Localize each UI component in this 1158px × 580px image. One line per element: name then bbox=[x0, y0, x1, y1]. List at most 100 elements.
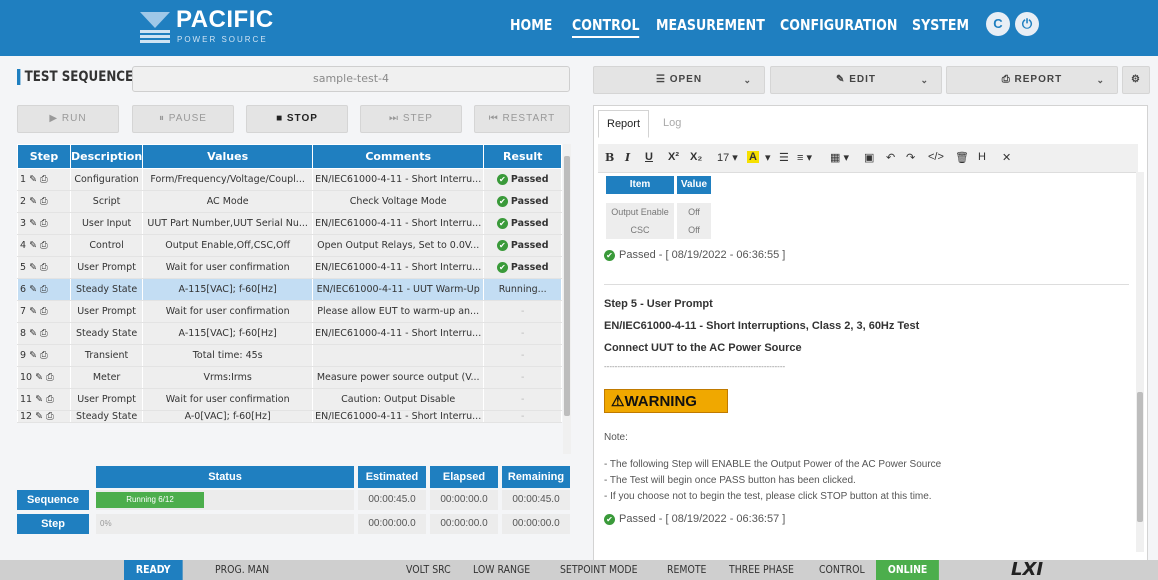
refresh-icon[interactable]: C bbox=[986, 12, 1010, 36]
redo-icon[interactable]: ↷ bbox=[906, 151, 915, 164]
result-cell: - bbox=[483, 366, 563, 389]
restart-button[interactable]: ⏮ RESTART bbox=[474, 105, 570, 133]
table-row[interactable]: 9 ✎ ⎙ Transient Total time: 45s - bbox=[17, 344, 563, 367]
step-cell-text: 10 ✎ ⎙ bbox=[20, 372, 54, 383]
step-cell: 6 ✎ ⎙ bbox=[17, 278, 71, 301]
image-insert-button[interactable]: ▣ bbox=[864, 151, 874, 164]
result-cell: - bbox=[483, 300, 563, 323]
trash-icon[interactable]: 🗑 bbox=[955, 151, 969, 164]
result-cell-text: - bbox=[521, 394, 525, 405]
description-cell-text: Script bbox=[92, 196, 121, 207]
table-row[interactable]: 4 ✎ ⎙ Control Output Enable,Off,CSC,Off Ope… bbox=[17, 234, 563, 257]
editor-toolbar: B I U X² X₂ 17 ▾ A ▾ ☰ ≡ ▾ ▦ ▾ ▣ ↶ ↷ </>… bbox=[598, 144, 1138, 173]
values-cell: A-0[VAC]; f-60[Hz] bbox=[142, 410, 314, 423]
comments-cell: EN/IEC61000-4-11 - Short Interru... bbox=[312, 256, 485, 279]
comments-cell: Open Output Relays, Set to 0.0V... bbox=[312, 234, 485, 257]
comments-cell: Please allow EUT to warm-up an... bbox=[312, 300, 485, 323]
font-size-select[interactable]: 17 ▾ bbox=[717, 151, 738, 164]
scrollbar-thumb[interactable] bbox=[1137, 392, 1143, 522]
text-color-button[interactable]: A bbox=[747, 151, 759, 163]
table-row[interactable]: 3 ✎ ⎙ User Input UUT Part Number,UUT Seria… bbox=[17, 212, 563, 235]
table-row[interactable]: 11 ✎ ⎙ User Prompt Wait for user confirmat… bbox=[17, 388, 563, 411]
comments-cell-text: Please allow EUT to warm-up an... bbox=[317, 306, 480, 317]
table-row[interactable]: 1 ✎ ⎙ Configuration Form/Frequency/Voltage… bbox=[17, 168, 563, 191]
step-cell-text: 12 ✎ ⎙ bbox=[20, 411, 54, 422]
run-button[interactable]: ▶ RUN bbox=[17, 105, 119, 133]
table-row[interactable]: 5 ✎ ⎙ User Prompt Wait for user confirmati… bbox=[17, 256, 563, 279]
comments-cell: EN/IEC61000-4-11 - Short Interru... bbox=[312, 168, 485, 191]
step-cell: 9 ✎ ⎙ bbox=[17, 344, 71, 367]
comments-cell: EN/IEC61000-4-11 - Short Interru... bbox=[312, 322, 485, 345]
code-view-button[interactable]: </> bbox=[928, 151, 944, 163]
undo-icon[interactable]: ↶ bbox=[886, 151, 895, 164]
mini-table-header-item: Item bbox=[606, 176, 674, 194]
table-row[interactable]: 7 ✎ ⎙ User Prompt Wait for user confirmati… bbox=[17, 300, 563, 323]
report-button[interactable]: ⎙ REPORT ⌄ bbox=[946, 66, 1118, 94]
table-row[interactable]: 8 ✎ ⎙ Steady State A-115[VAC]; f-60[Hz] EN/… bbox=[17, 322, 563, 345]
text-color-dropdown[interactable]: ▾ bbox=[765, 151, 771, 164]
step-button[interactable]: ⏭ STEP bbox=[360, 105, 462, 133]
note-line: - The Test will begin once PASS button h… bbox=[604, 475, 856, 486]
italic-button[interactable]: I bbox=[625, 151, 630, 164]
align-button[interactable]: ≡ ▾ bbox=[797, 151, 812, 164]
result-cell: - bbox=[483, 344, 563, 367]
comments-cell-text: Caution: Output Disable bbox=[341, 394, 456, 405]
result-cell-text: - bbox=[521, 328, 525, 339]
subscript-button[interactable]: X₂ bbox=[690, 151, 702, 163]
heading-button[interactable]: H bbox=[978, 151, 986, 163]
stop-button[interactable]: ■ STOP bbox=[246, 105, 348, 133]
mini-table-cell: Off bbox=[677, 203, 711, 221]
open-button[interactable]: ☰ OPEN ⌄ bbox=[593, 66, 765, 94]
step-cell: 1 ✎ ⎙ bbox=[17, 168, 71, 191]
nav-system[interactable]: SYSTEM bbox=[912, 16, 969, 34]
settings-gear-icon[interactable]: ⚙ bbox=[1122, 66, 1150, 94]
values-cell-text: Vrms:Irms bbox=[203, 372, 252, 383]
bold-button[interactable]: B bbox=[605, 151, 614, 164]
estimated-header: Estimated bbox=[358, 466, 426, 488]
mini-table-header-value: Value bbox=[677, 176, 711, 194]
comments-cell-text: Open Output Relays, Set to 0.0V... bbox=[317, 240, 480, 251]
scrollbar-thumb[interactable] bbox=[564, 156, 570, 416]
status-volt-src: VOLT SRC bbox=[406, 563, 451, 576]
section-title: TEST SEQUENCE bbox=[17, 69, 133, 85]
superscript-button[interactable]: X² bbox=[668, 151, 679, 163]
sequence-name-field[interactable]: sample-test-4 bbox=[132, 66, 570, 92]
power-icon[interactable]: ⏻ bbox=[1015, 12, 1039, 36]
table-row[interactable]: 12 ✎ ⎙ Steady State A-0[VAC]; f-60[Hz] EN/I… bbox=[17, 410, 563, 423]
pause-button[interactable]: ⏸ PAUSE bbox=[132, 105, 234, 133]
tab-report[interactable]: Report bbox=[598, 110, 650, 138]
chevron-down-icon: ⌄ bbox=[1096, 75, 1105, 85]
edit-label: ✎ EDIT bbox=[836, 74, 876, 85]
list-button[interactable]: ☰ bbox=[779, 151, 789, 164]
nav-measurement[interactable]: MEASUREMENT bbox=[656, 16, 765, 34]
table-row[interactable]: 10 ✎ ⎙ Meter Vrms:Irms Measure power source… bbox=[17, 366, 563, 389]
underline-button[interactable]: U bbox=[645, 151, 653, 163]
report-scrollbar[interactable] bbox=[1136, 172, 1144, 552]
step-cell-text: 6 ✎ ⎙ bbox=[20, 284, 48, 295]
step-cell: 7 ✎ ⎙ bbox=[17, 300, 71, 323]
nav-control[interactable]: CONTROL bbox=[572, 16, 640, 38]
top-navigation-bar: PACIFIC POWER SOURCE HOME CONTROL MEASUR… bbox=[0, 0, 1158, 56]
table-scrollbar[interactable] bbox=[563, 144, 571, 454]
comments-cell-text: EN/IEC61000-4-11 - UUT Warm-Up bbox=[316, 284, 480, 295]
table-row[interactable]: 2 ✎ ⎙ Script AC Mode Check Voltage Mode Pass… bbox=[17, 190, 563, 213]
step-cell: 10 ✎ ⎙ bbox=[17, 366, 71, 389]
table-insert-button[interactable]: ▦ ▾ bbox=[830, 151, 849, 164]
table-row[interactable]: 6 ✎ ⎙ Steady State A-115[VAC]; f-60[Hz] EN/… bbox=[17, 278, 563, 301]
close-icon[interactable]: ✕ bbox=[1002, 151, 1011, 164]
note-line: - If you choose not to begin the test, p… bbox=[604, 491, 932, 502]
description-cell: User Prompt bbox=[69, 300, 144, 323]
edit-button[interactable]: ✎ EDIT ⌄ bbox=[770, 66, 942, 94]
step-estimated: 00:00:00.0 bbox=[358, 514, 426, 534]
nav-home[interactable]: HOME bbox=[510, 16, 552, 34]
result-cell: Running... bbox=[483, 278, 563, 301]
result-cell-text: - bbox=[521, 306, 525, 317]
result-cell-text: Passed bbox=[486, 218, 559, 229]
comments-cell-text: EN/IEC61000-4-11 - Short Interru... bbox=[315, 328, 482, 339]
status-control: CONTROL bbox=[819, 563, 865, 576]
tab-log[interactable]: Log bbox=[655, 110, 689, 136]
values-cell-text: Total time: 45s bbox=[192, 350, 263, 361]
nav-configuration[interactable]: CONFIGURATION bbox=[780, 16, 897, 34]
values-cell-text: Output Enable,Off,CSC,Off bbox=[165, 240, 291, 251]
description-cell-text: User Prompt bbox=[77, 306, 136, 317]
